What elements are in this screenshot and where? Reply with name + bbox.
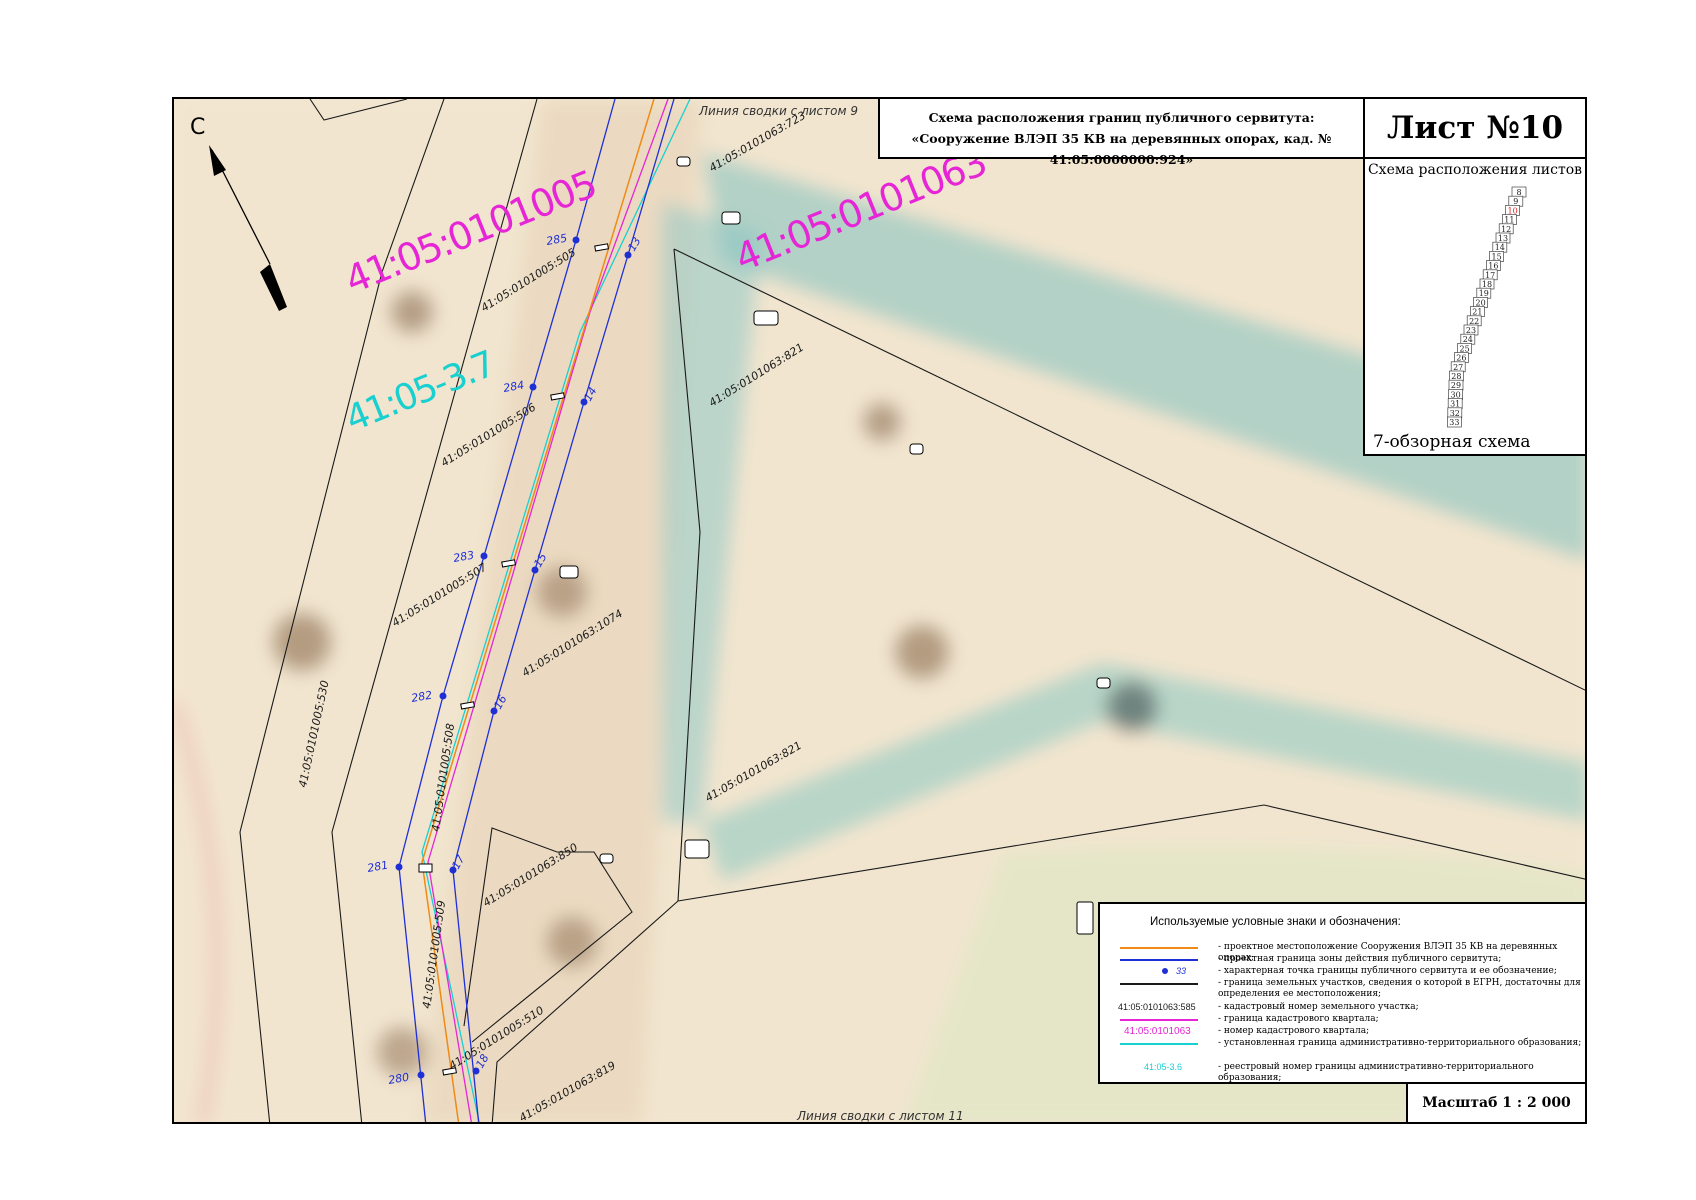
layout-sheet-number: 22 (1469, 317, 1479, 326)
layout-sheet-number: 27 (1453, 363, 1463, 372)
layout-sheet-number: 17 (1485, 271, 1495, 280)
legend-symbol-parcel-boundary (1120, 983, 1198, 985)
legend-text: - граница кадастрового квартала; (1218, 1014, 1379, 1024)
layout-sheet-number: 14 (1495, 243, 1505, 252)
sheet-number: Лист №10 (1363, 97, 1587, 159)
north-label: С (190, 115, 205, 140)
legend-symbol-servitude (1120, 959, 1198, 961)
legend-text: - проектная граница зоны действия публич… (1218, 954, 1502, 964)
title-box: Схема расположения границ публичного сер… (878, 97, 1365, 167)
layout-sheet-number: 21 (1472, 308, 1482, 317)
layout-sheet-number: 10 (1508, 206, 1518, 215)
legend-symbol-power-line (1120, 947, 1198, 949)
legend-symbol-parcel-number: 41:05:0101063:585 (1118, 1002, 1196, 1012)
layout-sheet-number: 12 (1501, 225, 1511, 234)
point-marker-icon (1162, 968, 1168, 974)
layout-sheet-number: 29 (1451, 381, 1461, 390)
layout-sheet-number: 32 (1450, 409, 1460, 418)
legend-title: Используемые условные знаки и обозначени… (1150, 916, 1401, 928)
legend-text: - граница земельных участков, сведения о… (1218, 978, 1581, 999)
layout-sheet-number: 9 (1513, 197, 1518, 206)
sheet-layout-footer: 7-обзорная схема (1373, 432, 1531, 452)
layout-sheet-number: 28 (1451, 372, 1461, 381)
layout-sheet-number: 25 (1460, 344, 1470, 353)
legend-box: Используемые условные знаки и обозначени… (1098, 902, 1587, 1084)
scale-label: Масштаб 1 : 2 000 (1406, 1082, 1587, 1124)
layout-sheet-number: 33 (1449, 418, 1459, 427)
layout-sheet-number: 23 (1466, 326, 1476, 335)
title-line-2: «Сооружение ВЛЭП 35 КВ на деревянных опо… (911, 131, 1332, 167)
legend-text: - реестровый номер границы административ… (1218, 1062, 1534, 1083)
layout-sheet-number: 18 (1482, 280, 1492, 289)
legend-text: - установленная граница административно-… (1218, 1038, 1582, 1048)
join-line-bottom: Линия сводки с листом 11 (796, 1109, 964, 1123)
sheet-layout-diagram: 8910111213141516171819202122232425262728… (1447, 186, 1527, 428)
layout-sheet-number: 24 (1463, 335, 1473, 344)
layout-sheet-number: 30 (1451, 390, 1461, 399)
legend-text: - характерная точка границы публичного с… (1218, 966, 1557, 976)
layout-sheet-number: 31 (1450, 400, 1460, 409)
layout-sheet-number: 11 (1504, 216, 1514, 225)
layout-sheet-number: 16 (1488, 262, 1498, 271)
layout-sheet-number: 19 (1479, 289, 1489, 298)
legend-point-number: 33 (1176, 966, 1187, 976)
legend-symbol-admin-boundary (1120, 1043, 1198, 1045)
layout-sheet-number: 20 (1476, 298, 1486, 307)
legend-symbol-quarter-boundary (1120, 1019, 1198, 1021)
layout-sheet-number: 15 (1492, 252, 1502, 261)
layout-sheet-number: 26 (1456, 354, 1466, 363)
join-line-top: Линия сводки с листом 9 (698, 104, 858, 118)
sheet-layout-box: Схема расположения листов 8 9 10 11 12 13 14 15… (1363, 157, 1587, 456)
layout-sheet-number: 13 (1498, 234, 1508, 243)
legend-text: - номер кадастрового квартала; (1218, 1026, 1370, 1036)
title-line-1: Схема расположения границ публичного сер… (928, 110, 1315, 125)
layout-sheet-number: 8 (1516, 188, 1521, 197)
legend-text: - кадастровый номер земельного участка; (1218, 1002, 1419, 1012)
sheet-layout-title: Схема расположения листов (1367, 162, 1583, 178)
